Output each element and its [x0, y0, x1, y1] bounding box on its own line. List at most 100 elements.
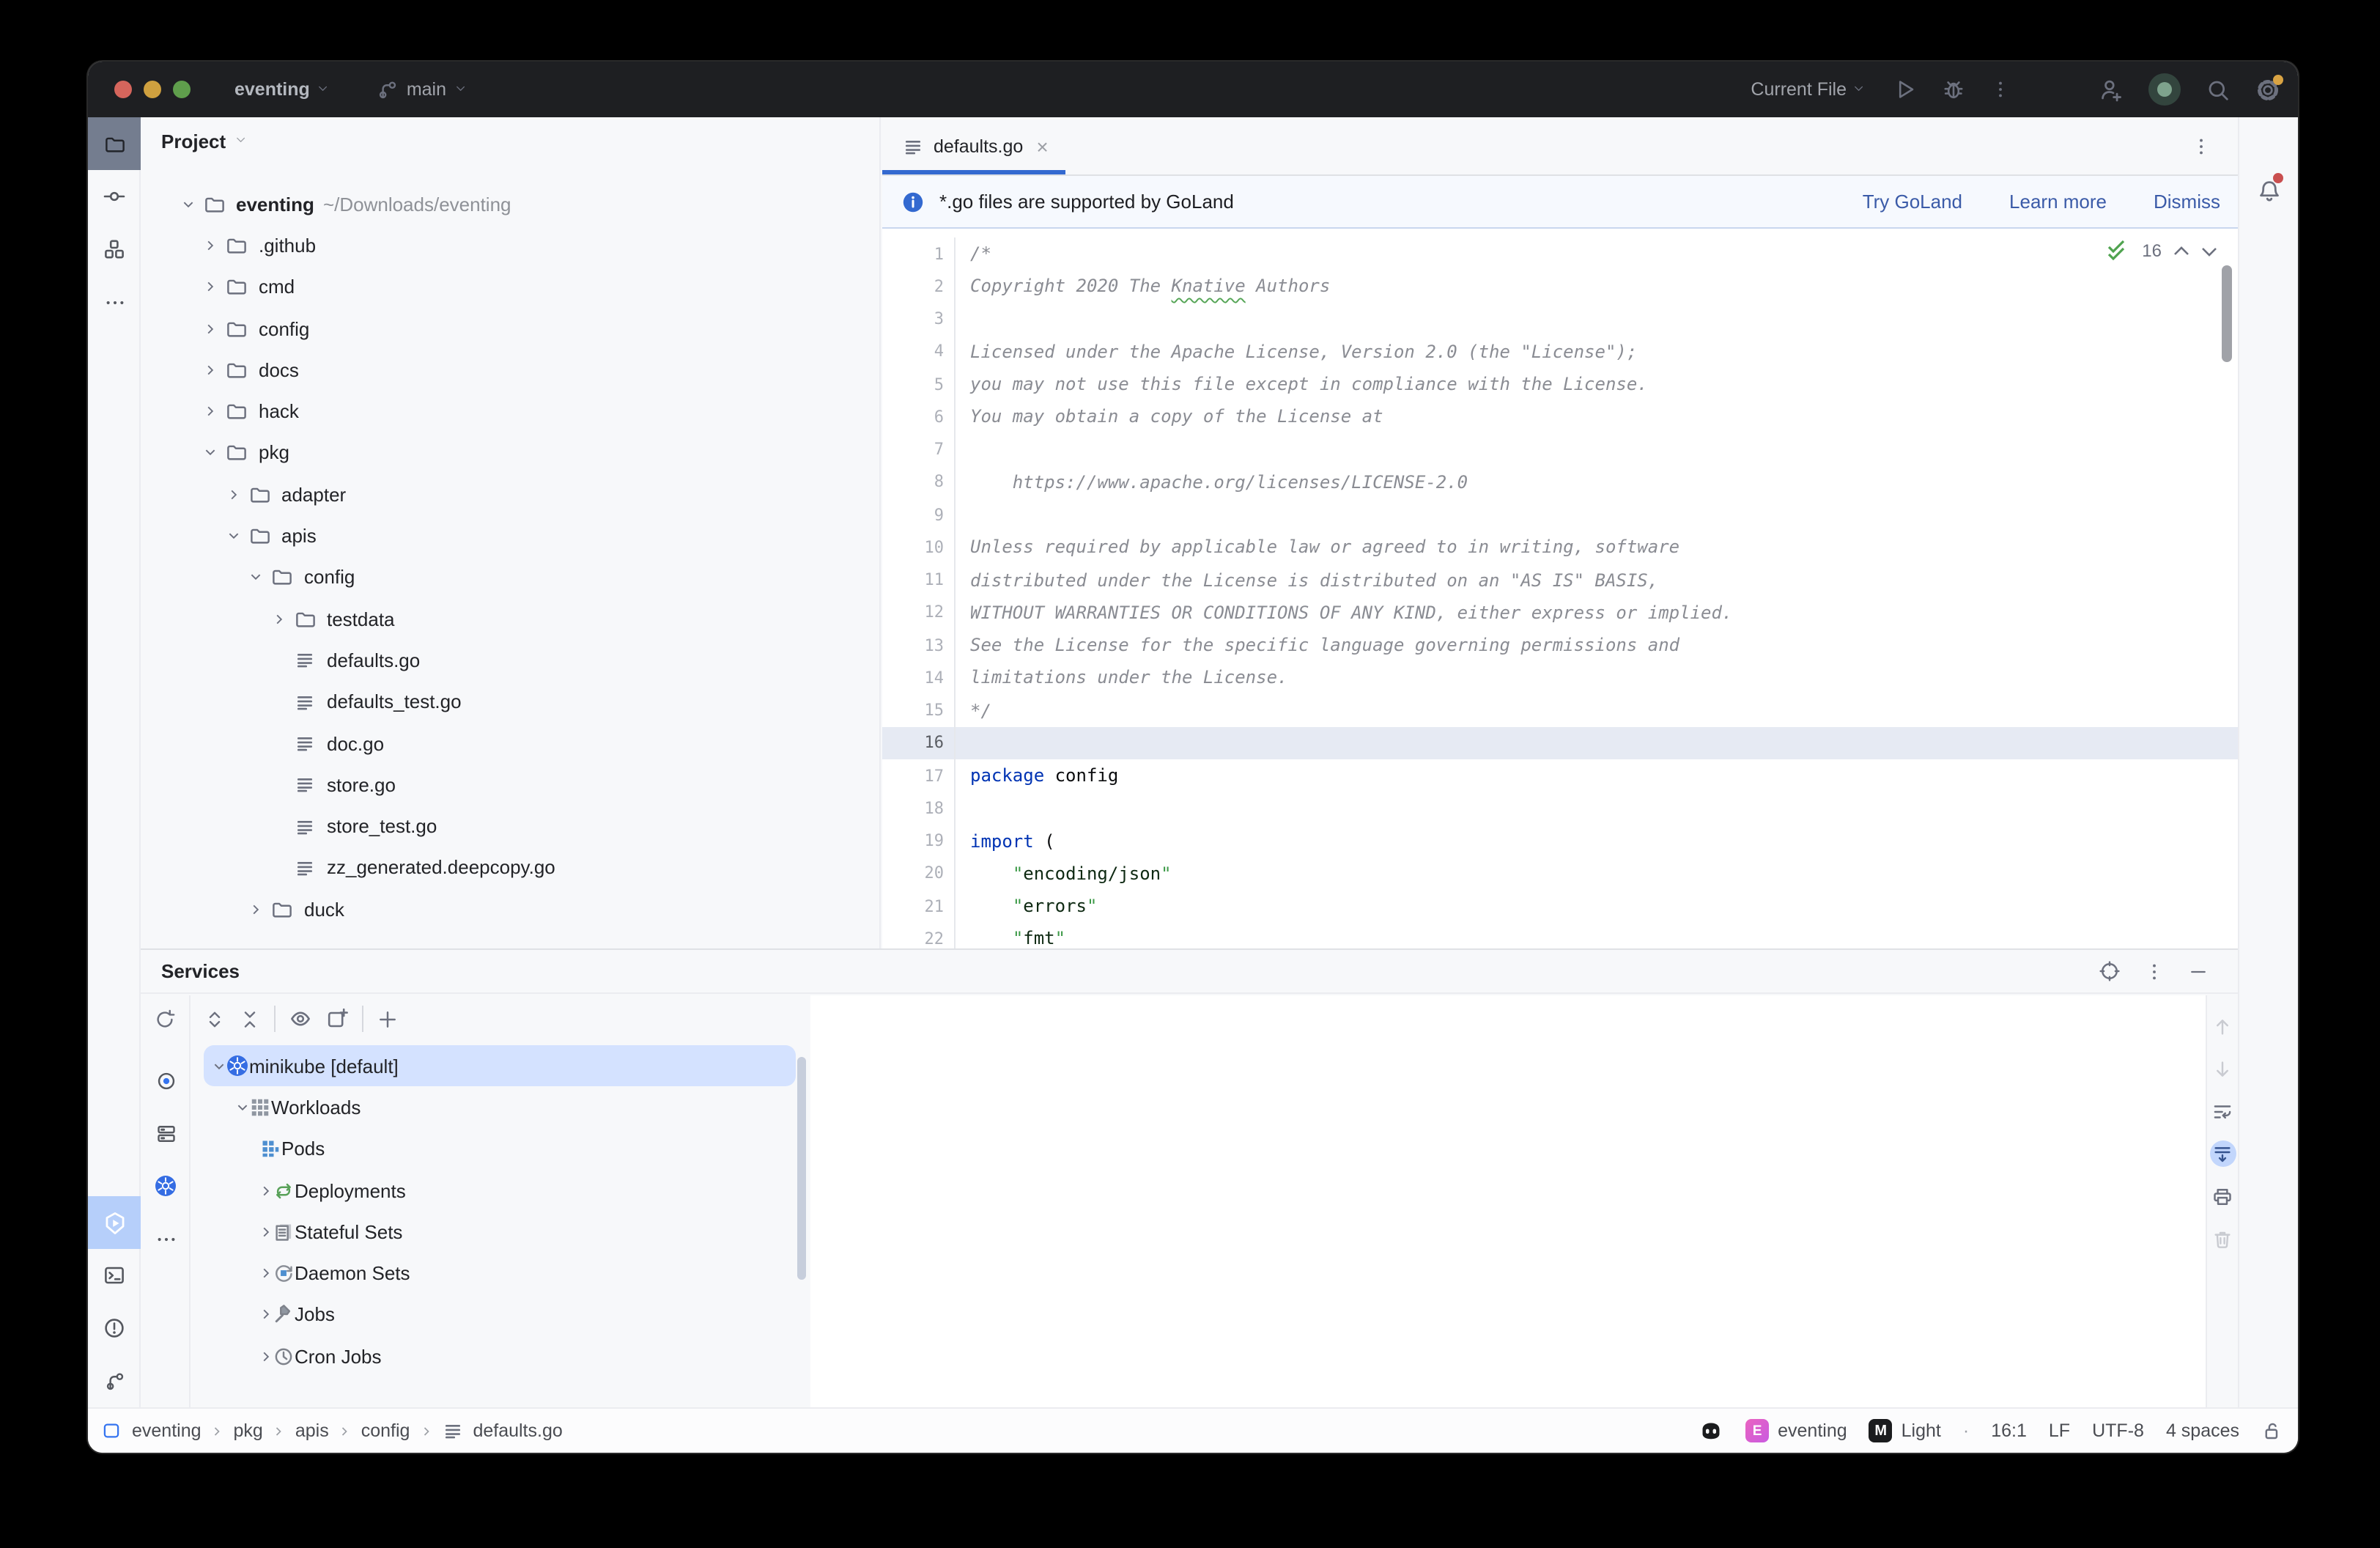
tree-item-store-go[interactable]: store.go: [141, 764, 879, 806]
code-line-9[interactable]: 9: [882, 498, 2238, 531]
dismiss-link[interactable]: Dismiss: [2154, 191, 2220, 213]
editor-scrollbar[interactable]: [2222, 265, 2232, 362]
project-widget[interactable]: eventing: [234, 79, 333, 100]
code-line-12[interactable]: 12WITHOUT WARRANTIES OR CONDITIONS OF AN…: [882, 597, 2238, 630]
tree-item-config[interactable]: config: [141, 556, 879, 598]
tree-item-doc-go[interactable]: doc.go: [141, 723, 879, 764]
avatar[interactable]: [2148, 73, 2181, 106]
tree-item-stateful-sets[interactable]: Stateful Sets: [192, 1211, 796, 1253]
code-line-8[interactable]: 8 https://www.apache.org/licenses/LICENS…: [882, 466, 2238, 499]
tree-item-store-test-go[interactable]: store_test.go: [141, 806, 879, 847]
sidebar-item-services[interactable]: [88, 1196, 141, 1249]
code-line-10[interactable]: 10Unless required by applicable law or a…: [882, 531, 2238, 564]
notifications-bell-icon[interactable]: [2239, 164, 2298, 217]
tree-item-duck[interactable]: duck: [141, 888, 879, 930]
code-line-5[interactable]: 5you may not use this file except in com…: [882, 368, 2238, 401]
services-tree-scrollbar[interactable]: [797, 1057, 806, 1280]
sidebar-item-more-tools[interactable]: [88, 276, 141, 328]
tree-item-adapter[interactable]: adapter: [141, 473, 879, 515]
chevron-closed-icon[interactable]: [259, 1184, 273, 1197]
collapseall-icon[interactable]: [239, 1008, 261, 1030]
chevron-open-icon[interactable]: [199, 446, 222, 460]
tree-item-workloads[interactable]: Workloads: [192, 1087, 796, 1129]
breadcrumb-item[interactable]: defaults.go: [473, 1420, 562, 1441]
scroll-to-source-icon[interactable]: [2099, 960, 2121, 982]
chevron-open-icon[interactable]: [221, 529, 245, 542]
chevron-closed-icon[interactable]: [267, 612, 290, 625]
tree-item-eventing[interactable]: eventing~/Downloads/eventing: [141, 183, 879, 225]
chevron-closed-icon[interactable]: [199, 239, 222, 252]
run-icon[interactable]: [1893, 78, 1917, 101]
chevron-open-icon[interactable]: [244, 571, 267, 584]
options-icon[interactable]: [2144, 961, 2165, 981]
sidebar-item-terminal[interactable]: [88, 1249, 141, 1302]
minimize-window-button[interactable]: [144, 81, 161, 98]
tree-item-testdata[interactable]: testdata: [141, 598, 879, 640]
learn-more-link[interactable]: Learn more: [2009, 191, 2107, 213]
code-editor[interactable]: 1/*2Copyright 2020 The Knative Authors34…: [882, 229, 2238, 948]
services-view-record-icon[interactable]: [141, 1054, 191, 1107]
breadcrumb-item[interactable]: config: [361, 1420, 410, 1441]
settings-gear-icon[interactable]: [2255, 77, 2280, 102]
indent-setting[interactable]: 4 spaces: [2166, 1420, 2239, 1441]
tab-options-icon[interactable]: [2191, 117, 2211, 174]
tree-item-zz-generated-deepcopy-go[interactable]: zz_generated.deepcopy.go: [141, 847, 879, 889]
chevron-closed-icon[interactable]: [259, 1226, 273, 1239]
lock-open-icon[interactable]: [2261, 1420, 2283, 1442]
code-line-20[interactable]: 20 "encoding/json": [882, 858, 2238, 891]
tree-item-pods[interactable]: Pods: [192, 1128, 796, 1170]
code-line-6[interactable]: 6You may obtain a copy of the License at: [882, 401, 2238, 434]
clear-icon[interactable]: [2209, 1226, 2236, 1252]
chevron-closed-icon[interactable]: [244, 902, 267, 915]
theme-widget[interactable]: M Light: [1869, 1419, 1941, 1442]
tree-item-docs[interactable]: docs: [141, 349, 879, 391]
services-view-more3-icon[interactable]: [141, 1212, 191, 1265]
sidebar-item-commit[interactable]: [88, 170, 141, 223]
tree-item-apis[interactable]: apis: [141, 515, 879, 557]
services-view-k8s-icon[interactable]: [141, 1160, 191, 1212]
prev-problem-icon[interactable]: [2173, 246, 2189, 256]
code-with-me-icon[interactable]: [2099, 77, 2124, 102]
tree-item-daemon-sets[interactable]: Daemon Sets: [192, 1253, 796, 1294]
tab-defaults-go[interactable]: defaults.go ×: [882, 117, 1066, 174]
close-window-button[interactable]: [114, 81, 132, 98]
tree-item-defaults-go[interactable]: defaults.go: [141, 640, 879, 682]
chevron-closed-icon[interactable]: [259, 1349, 273, 1363]
chevron-open-icon[interactable]: [212, 1059, 226, 1072]
sidebar-item-problems[interactable]: [88, 1302, 141, 1354]
close-tab-icon[interactable]: ×: [1036, 134, 1048, 158]
previous-occurrence-icon[interactable]: [2209, 1013, 2236, 1039]
tree-item-config[interactable]: config: [141, 308, 879, 350]
code-line-4[interactable]: 4Licensed under the Apache License, Vers…: [882, 336, 2238, 369]
debug-icon[interactable]: [1942, 78, 1965, 101]
breadcrumb-item[interactable]: pkg: [234, 1420, 263, 1441]
sidebar-item-version-control[interactable]: [88, 1354, 141, 1407]
chevron-open-icon[interactable]: [176, 197, 199, 210]
code-line-14[interactable]: 14limitations under the License.: [882, 662, 2238, 695]
code-line-15[interactable]: 15*/: [882, 694, 2238, 727]
chevron-closed-icon[interactable]: [221, 487, 245, 501]
copilot-icon[interactable]: [1699, 1418, 1723, 1443]
branch-widget[interactable]: main: [377, 78, 470, 100]
breadcrumb-item[interactable]: apis: [295, 1420, 329, 1441]
code-line-19[interactable]: 19import (: [882, 825, 2238, 858]
line-ending[interactable]: LF: [2049, 1420, 2070, 1441]
expandall-icon[interactable]: [204, 1008, 226, 1030]
next-problem-icon[interactable]: [2201, 246, 2217, 256]
tree-item-hack[interactable]: hack: [141, 391, 879, 432]
scroll-to-end-icon[interactable]: [2209, 1140, 2236, 1167]
code-line-3[interactable]: 3: [882, 303, 2238, 336]
soft-wrap-icon[interactable]: [2209, 1098, 2236, 1124]
code-line-17[interactable]: 17package config: [882, 759, 2238, 792]
tree-item-pkg[interactable]: pkg: [141, 432, 879, 474]
chevron-open-icon[interactable]: [236, 1101, 249, 1114]
chevron-closed-icon[interactable]: [259, 1267, 273, 1280]
chevron-closed-icon[interactable]: [259, 1308, 273, 1322]
chevron-closed-icon[interactable]: [199, 364, 222, 377]
code-line-7[interactable]: 7: [882, 433, 2238, 466]
code-line-22[interactable]: 22 "fmt": [882, 923, 2238, 949]
profile-widget[interactable]: E eventing: [1745, 1419, 1847, 1442]
code-line-21[interactable]: 21 "errors": [882, 890, 2238, 923]
print-icon[interactable]: [2209, 1183, 2236, 1209]
inspection-widget[interactable]: 16: [2107, 240, 2217, 261]
